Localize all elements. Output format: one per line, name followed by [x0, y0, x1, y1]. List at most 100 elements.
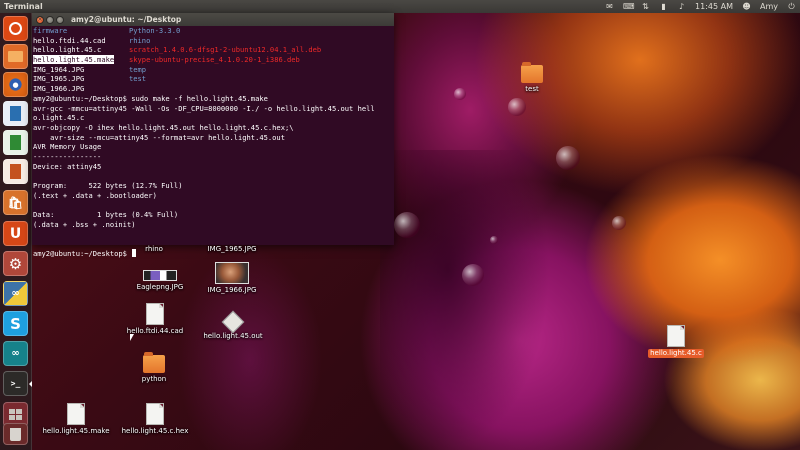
terminal-icon: >_ [10, 379, 21, 388]
document-icon [667, 325, 685, 347]
keyboard-icon[interactable]: ⌨ [623, 2, 635, 11]
close-icon[interactable]: × [36, 16, 44, 24]
terminal-line: Data: 1 bytes (0.4% Full) [33, 210, 395, 220]
desktop-icon-label: rhino [145, 245, 163, 253]
minimize-icon[interactable] [46, 16, 54, 24]
terminal-output[interactable]: firmware Python-3.3.0 hello.ftdi.44.cad rhi… [32, 26, 395, 258]
power-icon[interactable]: ⏻ [787, 2, 796, 11]
desktop-icon-label: hello.light.45.c [648, 349, 704, 358]
battery-icon[interactable]: ▮ [659, 2, 668, 11]
terminal-line: hello.ftdi.44.cad rhino [33, 36, 395, 46]
libreoffice-calc-icon [10, 135, 21, 150]
clock[interactable]: 11:45 AM [695, 0, 733, 13]
terminal-window[interactable]: × amy2@ubuntu: ~/Desktop firmware Python-… [32, 13, 395, 258]
workspace-icon [9, 409, 22, 420]
terminal-text: (.data + .bss + .noinit) [33, 219, 136, 229]
desktop-icon-hello-ftdi[interactable]: hello.ftdi.44.cad [120, 303, 190, 336]
terminal-titlebar[interactable]: × amy2@ubuntu: ~/Desktop [32, 13, 394, 26]
desktop-icon-label: hello.light.45.make [42, 427, 110, 435]
command-output: amy2@ubuntu:~/Desktop$ sudo make -f hell… [33, 94, 395, 259]
ls-entry: hello.light.45.c [33, 45, 102, 55]
desktop-icon-hello-c[interactable]: hello.light.45.c [645, 325, 707, 358]
launcher-calc[interactable] [3, 130, 28, 155]
desktop-icon-label: IMG_1965.JPG [207, 245, 257, 253]
document-icon [146, 403, 164, 425]
ls-entry: skype-ubuntu-precise_4.1.0.20-1_i386.deb [129, 55, 300, 65]
terminal-text: (.text + .data + .bootloader) [33, 190, 157, 200]
volume-icon[interactable]: ♪ [677, 2, 686, 11]
ls-entry: firmware [33, 26, 68, 35]
launcher-arduino[interactable]: ∞ [3, 341, 28, 366]
terminal-line: avr-size --mcu=attiny45 --format=avr hel… [33, 133, 395, 143]
desktop-icon-hello-make[interactable]: hello.light.45.make [40, 403, 112, 436]
terminal-text: Program: 522 bytes (12.7% Full) [33, 181, 183, 190]
terminal-text: avr-gcc -mmcu=attiny45 -Wall -Os -DF_CPU… [33, 103, 375, 113]
desktop-icon-python[interactable]: python [134, 352, 174, 384]
launcher-writer[interactable] [3, 101, 28, 126]
launcher-terminal[interactable]: >_ [3, 371, 28, 396]
desktop-icon-eaglepng[interactable]: Eaglepng.JPG [128, 270, 192, 292]
terminal-text: o.light.45.c [33, 113, 85, 123]
desktop-icon-img-1965[interactable]: IMG_1965.JPG [200, 245, 264, 254]
network-icon[interactable]: ⇅ [641, 2, 650, 11]
folder-icon [521, 62, 543, 83]
launcher-system-settings[interactable]: ⚙ [3, 251, 28, 276]
water-drop [490, 236, 498, 244]
launcher-files[interactable] [3, 44, 28, 69]
terminal-text: ---------------- [33, 151, 102, 161]
document-icon [146, 303, 164, 325]
active-app-title: Terminal [4, 2, 43, 11]
desktop-icon-label: IMG_1966.JPG [207, 286, 257, 294]
software-center-icon: 🛍 [7, 195, 24, 210]
terminal-text: Device: attiny45 [33, 161, 102, 171]
desktop-icon-test[interactable]: test [512, 62, 552, 94]
terminal-text: amy2@ubuntu:~/Desktop$ sudo make -f hell… [33, 93, 268, 103]
launcher-impress[interactable] [3, 159, 28, 184]
launcher-python[interactable]: ∞ [3, 281, 28, 306]
image-thumbnail-icon [143, 270, 177, 281]
terminal-text: Data: 1 bytes (0.4% Full) [33, 210, 179, 220]
terminal-line: amy2@ubuntu:~/Desktop$ sudo make -f hell… [33, 94, 395, 104]
water-drop [556, 146, 580, 170]
terminal-title: amy2@ubuntu: ~/Desktop [71, 15, 182, 24]
maximize-icon[interactable] [56, 16, 64, 24]
skype-icon: S [10, 314, 21, 333]
ls-entry: IMG_1965.JPG [33, 74, 85, 84]
terminal-line: o.light.45.c [33, 113, 395, 123]
gear-icon: ⚙ [8, 254, 23, 273]
terminal-line: Program: 522 bytes (12.7% Full) [33, 181, 395, 191]
running-indicator [29, 381, 32, 387]
desktop-icon-hello-out[interactable]: hello.light.45.out [196, 310, 270, 341]
launcher-firefox[interactable]: ● [3, 72, 28, 97]
terminal-line: avr-gcc -mmcu=attiny45 -Wall -Os -DF_CPU… [33, 104, 395, 114]
ls-entry: Python-3.3.0 [129, 26, 181, 35]
launcher-dash-home[interactable] [3, 16, 28, 41]
launcher-ubuntu-one[interactable]: U [3, 221, 28, 246]
desktop-icon-label: hello.light.45.out [203, 332, 263, 340]
mail-icon[interactable]: ✉ [605, 2, 614, 11]
python-icon: ∞ [11, 288, 20, 299]
launcher-skype[interactable]: S [3, 311, 28, 336]
libreoffice-impress-icon [10, 164, 21, 179]
home-folder-icon [8, 51, 23, 62]
panel-indicators: ✉ ⌨ ⇅ ▮ ♪ 11:45 AM ☻ Amy ⏻ [605, 0, 796, 13]
desktop-icon-label: Eaglepng.JPG [136, 283, 184, 291]
launcher-trash[interactable] [3, 423, 28, 445]
ls-entry: IMG_1966.JPG [33, 84, 85, 94]
desktop-icon-hello-hex[interactable]: hello.light.45.c.hex [118, 403, 192, 436]
terminal-line: avr-objcopy -O ihex hello.light.45.out h… [33, 123, 395, 133]
terminal-line: IMG_1965.JPG test [33, 74, 395, 84]
libreoffice-writer-icon [10, 106, 21, 121]
document-icon [67, 403, 85, 425]
launcher-software-center[interactable]: 🛍 [3, 190, 28, 215]
terminal-line: IMG_1964.JPG temp [33, 65, 395, 75]
terminal-text: avr-size --mcu=attiny45 --format=avr hel… [33, 132, 285, 142]
desktop-icon-img-1966[interactable]: IMG_1966.JPG [200, 262, 264, 295]
terminal-text: amy2@ubuntu:~/Desktop$ [33, 248, 132, 258]
desktop-icon-rhino[interactable]: rhino [130, 245, 178, 254]
user-icon: ☻ [742, 2, 751, 11]
terminal-line: hello.light.45.c scratch_1.4.0.6-dfsg1-2-… [33, 45, 395, 55]
user-name[interactable]: Amy [760, 0, 778, 13]
